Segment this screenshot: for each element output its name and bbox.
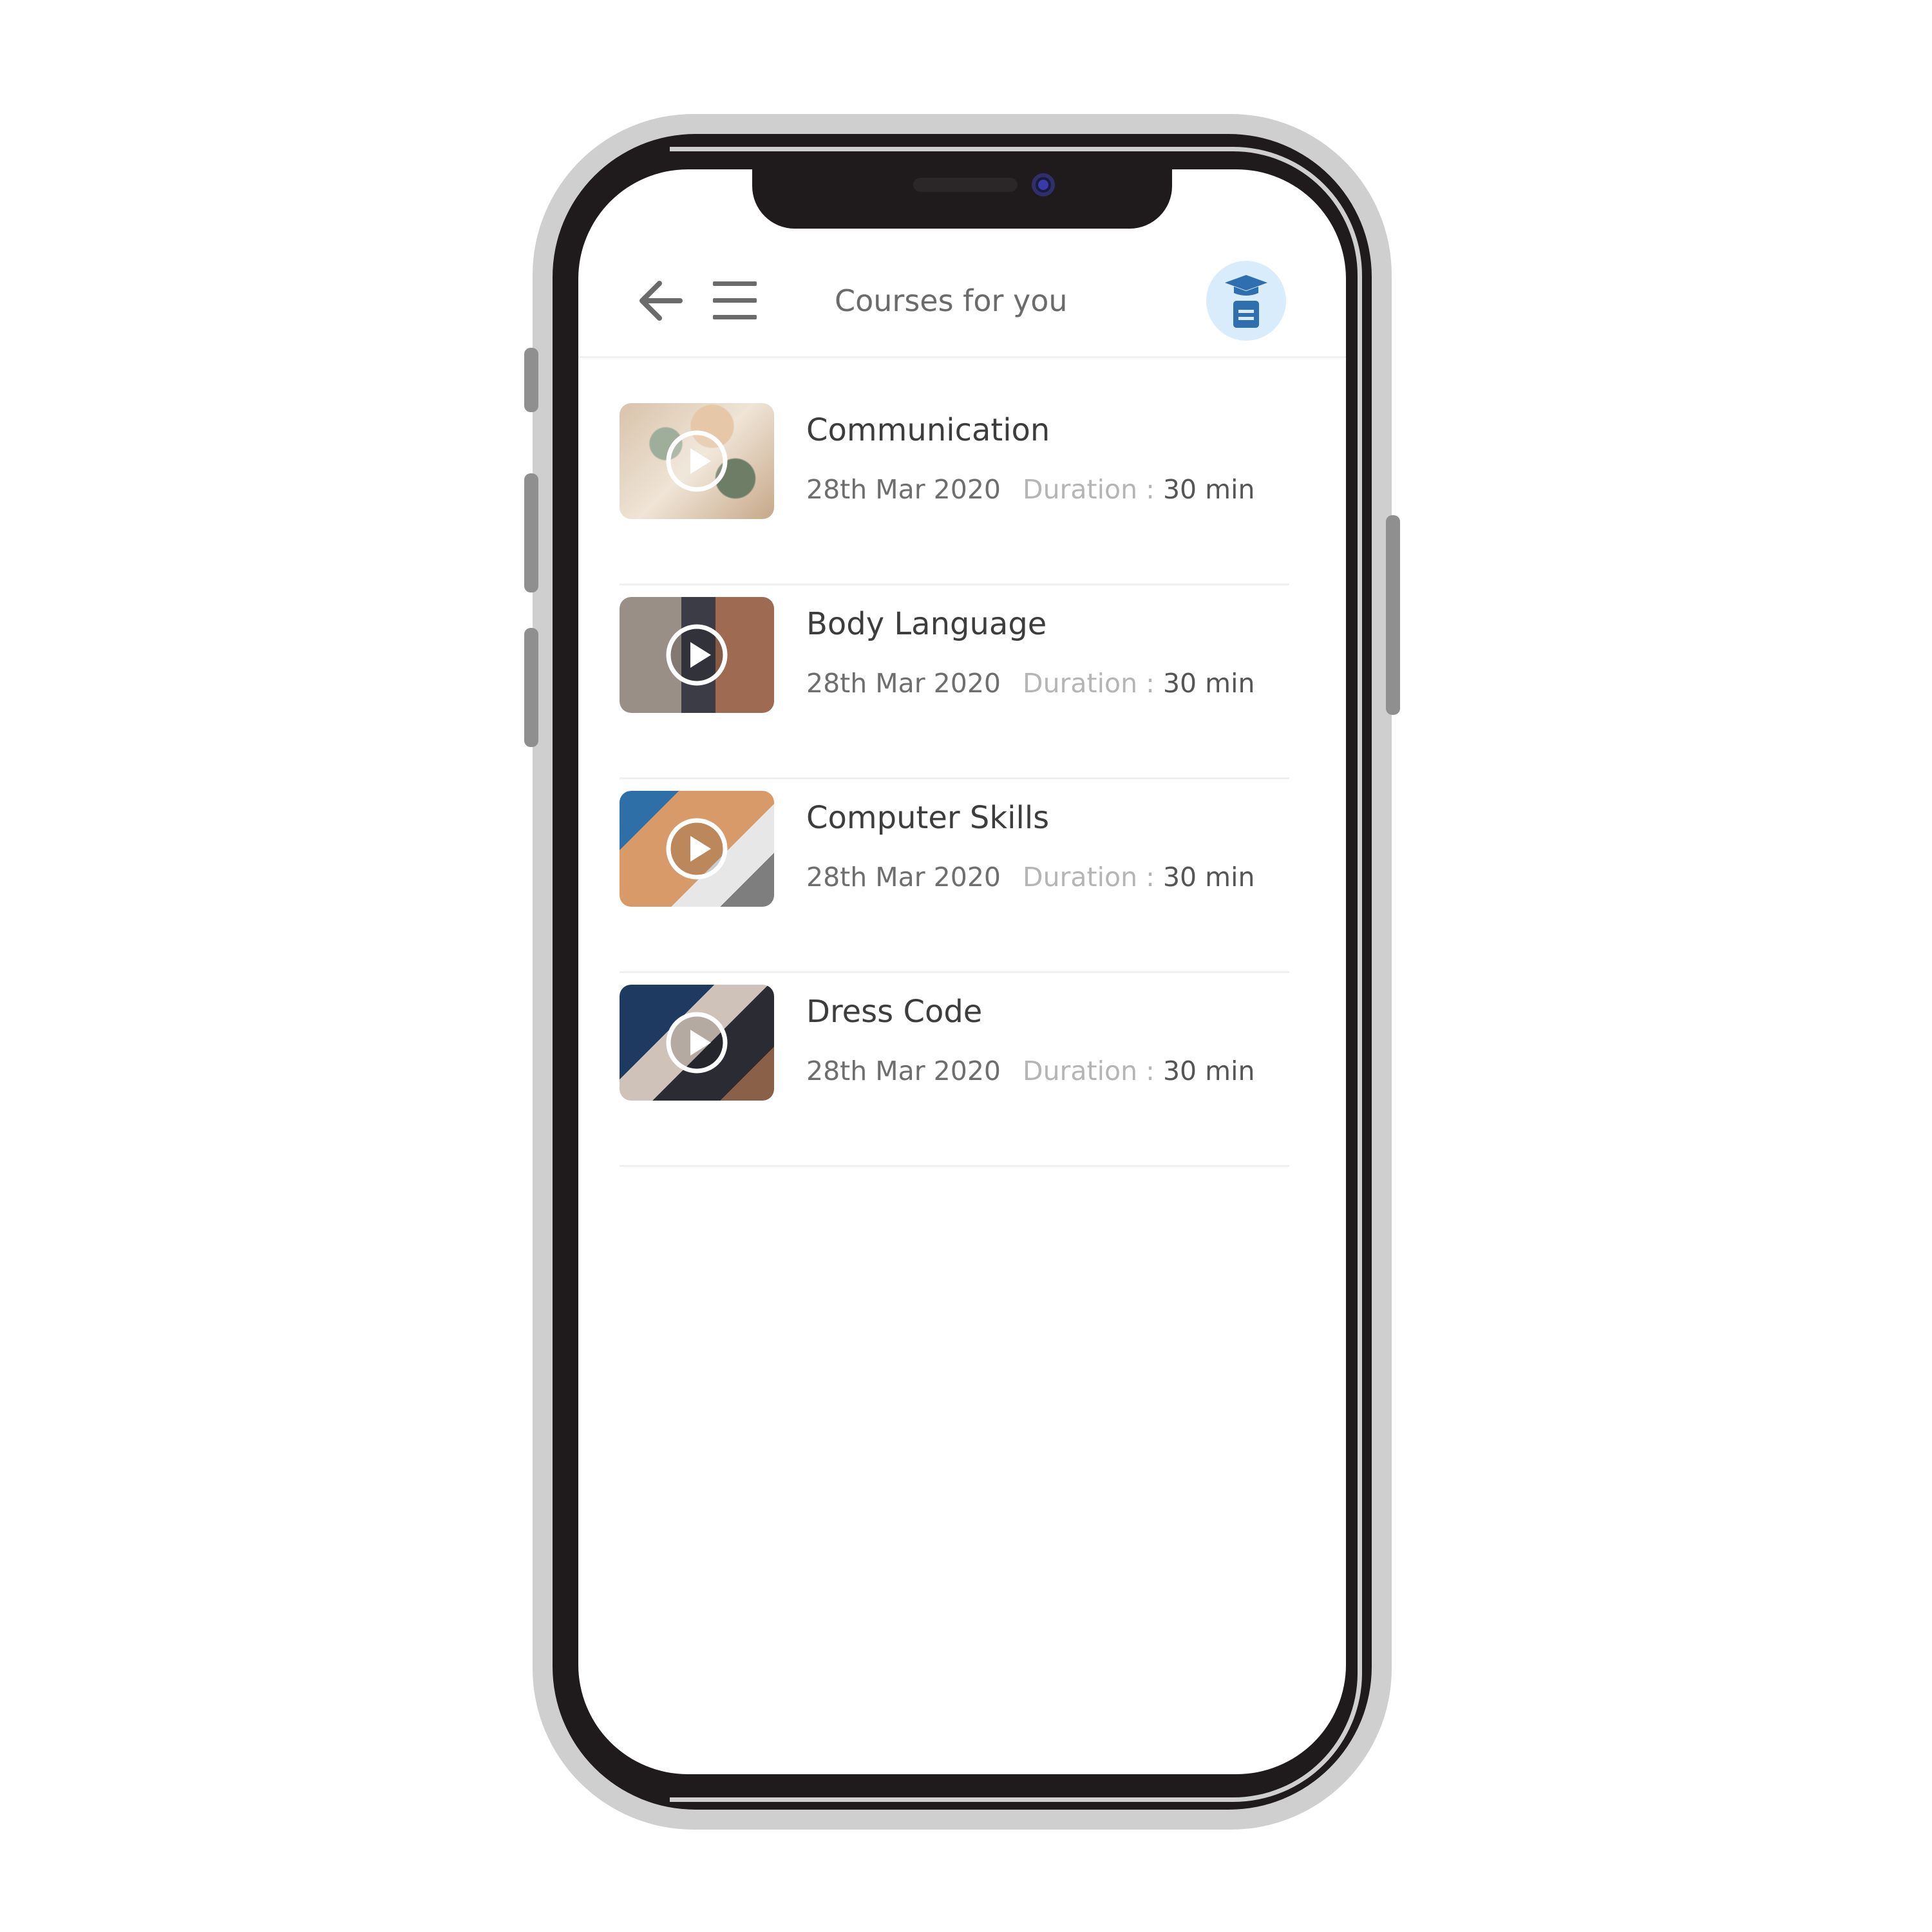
course-item-dress-code[interactable]: Dress Code 28th Mar 2020 Duration : 30 mi… <box>620 973 1289 1167</box>
power-button <box>1386 515 1400 715</box>
course-title: Dress Code <box>806 994 983 1030</box>
course-meta: 28th Mar 2020 Duration : 30 min <box>806 1053 1255 1089</box>
course-item-communication[interactable]: Communication 28th Mar 2020 Duration : 30… <box>620 392 1289 585</box>
duration-label: Duration : <box>1023 668 1155 699</box>
course-thumbnail[interactable] <box>620 403 774 519</box>
course-meta: 28th Mar 2020 Duration : 30 min <box>806 665 1255 701</box>
course-item-body-language[interactable]: Body Language 28th Mar 2020 Duration : 30… <box>620 585 1289 779</box>
play-icon[interactable] <box>665 1010 729 1075</box>
duration-label: Duration : <box>1023 474 1155 505</box>
duration-label: Duration : <box>1023 1056 1155 1086</box>
phone-screen: Courses for you Communication 28th Mar 2… <box>578 169 1346 1774</box>
profile-badge[interactable] <box>1206 261 1286 341</box>
duration-value: 30 min <box>1162 1056 1255 1086</box>
page-title: Courses for you <box>835 283 1068 318</box>
duration-value: 30 min <box>1162 668 1255 699</box>
course-thumbnail[interactable] <box>620 597 774 713</box>
course-date: 28th Mar 2020 <box>806 1056 1001 1086</box>
course-thumbnail[interactable] <box>620 791 774 907</box>
mute-switch <box>524 348 538 412</box>
duration-value: 30 min <box>1162 474 1255 505</box>
hamburger-menu-icon[interactable] <box>712 279 758 321</box>
course-title: Body Language <box>806 606 1047 642</box>
course-date: 28th Mar 2020 <box>806 668 1001 699</box>
course-date: 28th Mar 2020 <box>806 474 1001 505</box>
volume-up-button <box>524 473 538 592</box>
course-list: Communication 28th Mar 2020 Duration : 30… <box>620 392 1289 1167</box>
course-thumbnail[interactable] <box>620 985 774 1101</box>
course-title: Computer Skills <box>806 800 1050 836</box>
course-title: Communication <box>806 412 1050 448</box>
course-date: 28th Mar 2020 <box>806 862 1001 893</box>
play-icon[interactable] <box>665 623 729 687</box>
play-icon[interactable] <box>665 429 729 493</box>
camera-lens <box>1038 180 1048 190</box>
phone-notch <box>752 164 1172 229</box>
speaker-grille <box>913 178 1018 192</box>
arrow-left-icon[interactable] <box>635 276 685 326</box>
volume-down-button <box>524 628 538 747</box>
graduation-book-icon <box>1225 275 1267 328</box>
course-meta: 28th Mar 2020 Duration : 30 min <box>806 859 1255 895</box>
duration-value: 30 min <box>1162 862 1255 893</box>
course-item-computer-skills[interactable]: Computer Skills 28th Mar 2020 Duration : … <box>620 779 1289 973</box>
course-meta: 28th Mar 2020 Duration : 30 min <box>806 471 1255 507</box>
play-icon[interactable] <box>665 817 729 881</box>
duration-label: Duration : <box>1023 862 1155 893</box>
